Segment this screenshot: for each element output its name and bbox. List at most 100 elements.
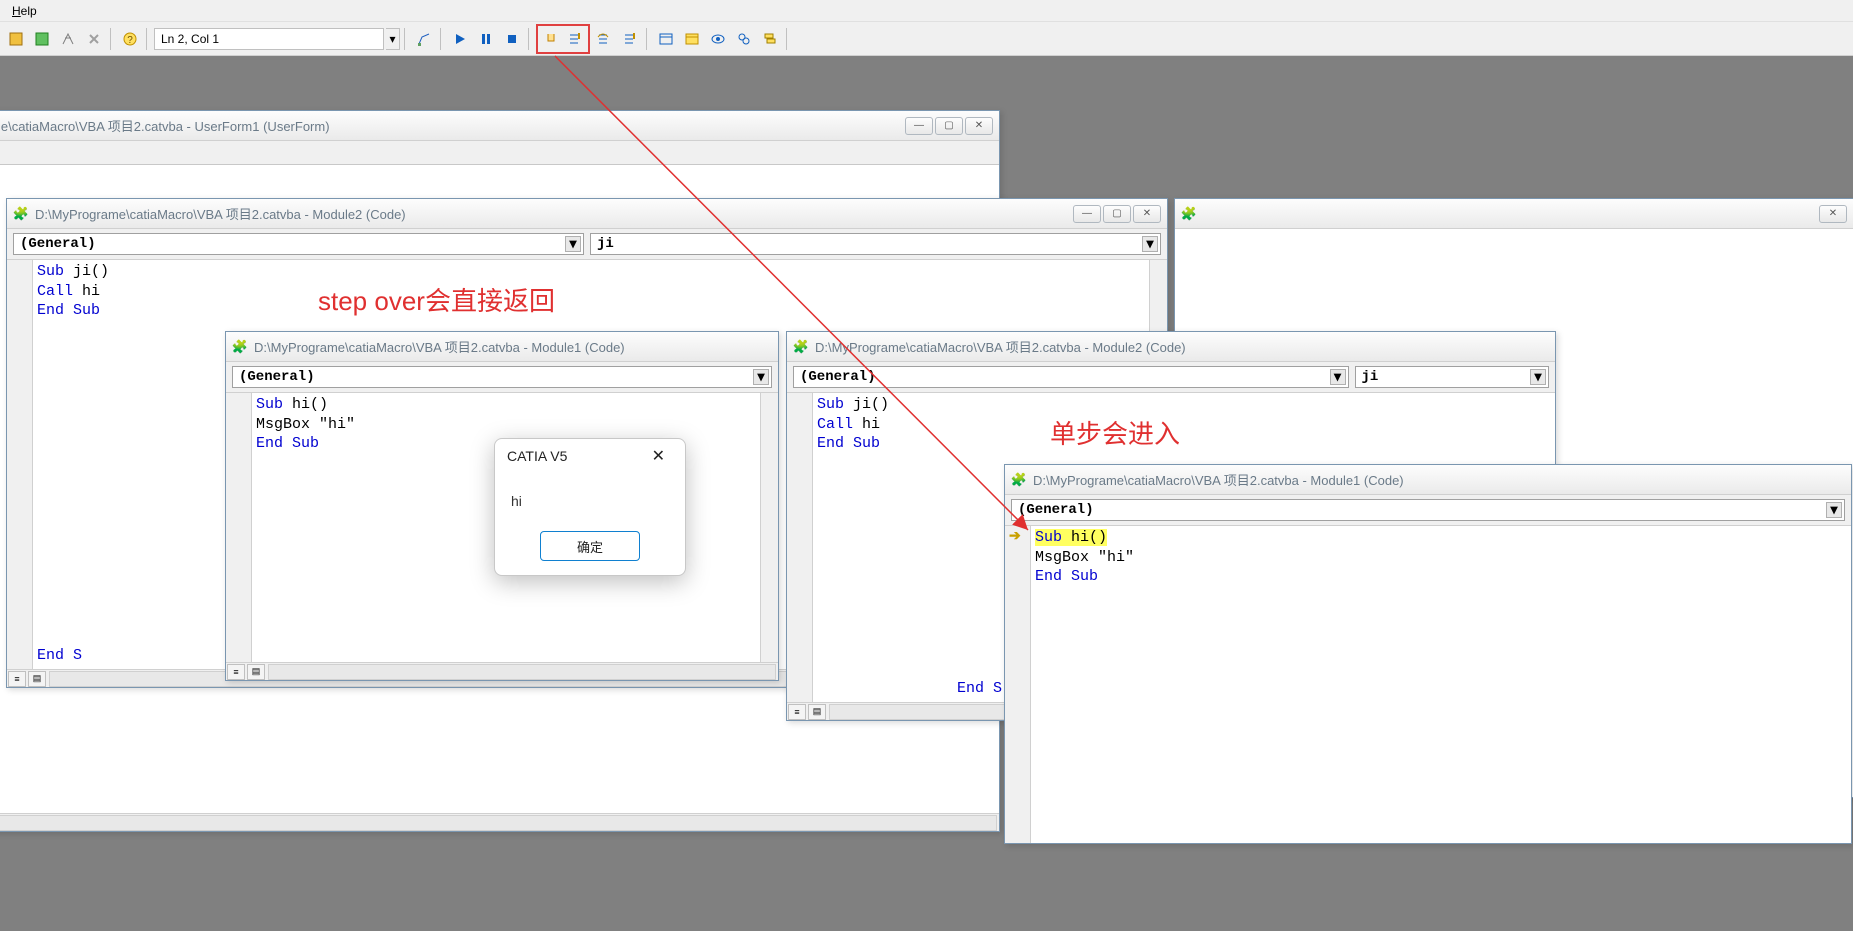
ok-button[interactable]: 确定 [540,531,640,561]
tb-icon-1[interactable] [4,27,28,51]
call-stack-icon[interactable] [758,27,782,51]
titlebar-userform[interactable]: 📄 Programe\catiaMacro\VBA 项目2.catvba - U… [0,111,999,141]
combo-text: (General) [20,236,96,252]
tb-icon-2[interactable] [30,27,54,51]
scrollbar-bottom[interactable]: ≡ ▤ [226,662,778,680]
breakpoint-hand-icon[interactable] [539,27,563,51]
window-icon-1[interactable] [654,27,678,51]
close-button[interactable]: ✕ [965,117,993,135]
object-combo[interactable]: (General) ▾ [1011,499,1845,521]
module-icon: 🧩 [1181,206,1197,222]
scroll-track[interactable] [0,815,997,831]
combo-row: (General) ▾ [1005,495,1851,526]
svg-text:?: ? [127,35,133,46]
scroll-view-full-icon[interactable]: ≡ [227,664,245,680]
window-module1-right[interactable]: 🧩 D:\MyPrograme\catiaMacro\VBA 项目2.catvb… [1004,464,1852,844]
scroll-view-proc-icon[interactable]: ▤ [28,671,46,687]
close-icon[interactable]: ✕ [644,442,673,470]
combo-row: (General) ▾ ji ▾ [7,229,1167,260]
combo-text: ji [1362,369,1379,385]
object-combo[interactable]: (General)▾ [232,366,772,388]
chevron-down-icon[interactable]: ▾ [1330,369,1346,385]
toolbar-separator [404,28,408,50]
watch-icon-2[interactable] [732,27,756,51]
combo-text: (General) [800,369,876,385]
toolbar-separator [440,28,444,50]
code-fragment: End S [37,646,82,666]
chevron-down-icon[interactable]: ▾ [1142,236,1158,252]
msgbox-text: hi [511,493,522,509]
run-icon[interactable] [448,27,472,51]
step-out-icon[interactable] [618,27,642,51]
titlebar-module2-left[interactable]: 🧩 D:\MyPrograme\catiaMacro\VBA 项目2.catvb… [7,199,1167,229]
code-gutter [7,260,33,669]
scrollbar-vertical[interactable] [760,393,778,662]
chevron-down-icon[interactable]: ▾ [1530,369,1546,385]
code-text[interactable]: Sub hi() MsgBox "hi" End Sub [1031,526,1851,843]
menu-help[interactable]: HHelpelp [4,2,45,20]
code-body: (General) ▾ ➔ Sub hi() MsgBox "hi" End Su… [1005,495,1851,843]
object-combo[interactable]: (General) ▾ [793,366,1349,388]
cursor-position-text: Ln 2, Col 1 [161,32,219,46]
tb-icon-3[interactable] [56,27,80,51]
tb-icon-4[interactable] [82,27,106,51]
pause-icon[interactable] [474,27,498,51]
scroll-view-proc-icon[interactable]: ▤ [808,704,826,720]
title-text: Programe\catiaMacro\VBA 项目2.catvba - Use… [0,116,899,135]
module-icon: 🧩 [793,339,809,355]
ok-button-label: 确定 [577,537,603,556]
msgbox-body: hi [495,473,685,521]
minimize-button[interactable]: — [905,117,933,135]
code-fragment: End S [957,679,1002,699]
chevron-down-icon[interactable]: ▾ [753,369,769,385]
close-button[interactable]: ✕ [1133,205,1161,223]
stop-icon[interactable] [500,27,524,51]
help-icon[interactable]: ? [118,27,142,51]
form-tabstrip: m1 ✕ [0,141,999,165]
titlebar-module1-left[interactable]: 🧩 D:\MyPrograme\catiaMacro\VBA 项目2.catvb… [226,332,778,362]
scroll-track[interactable] [268,664,776,680]
design-mode-icon[interactable] [412,27,436,51]
object-combo[interactable]: (General) ▾ [13,233,584,255]
title-text: D:\MyPrograme\catiaMacro\VBA 项目2.catvba … [815,337,1549,356]
toolbar-separator [786,28,790,50]
title-text: D:\MyPrograme\catiaMacro\VBA 项目2.catvba … [254,337,772,356]
toolbar-separator [646,28,650,50]
minimize-button[interactable]: — [1073,205,1101,223]
combo-text: (General) [1018,502,1094,518]
code-gutter [226,393,252,662]
chevron-down-icon[interactable]: ▾ [1826,502,1842,518]
message-box[interactable]: CATIA V5 ✕ hi 确定 [494,438,686,576]
scroll-view-full-icon[interactable]: ≡ [8,671,26,687]
cursor-dropdown[interactable]: ▾ [386,28,400,50]
step-over-icon[interactable] [592,27,616,51]
module-icon: 🧩 [232,339,248,355]
titlebar-module1-right[interactable]: 🧩 D:\MyPrograme\catiaMacro\VBA 项目2.catvb… [1005,465,1851,495]
msgbox-titlebar[interactable]: CATIA V5 ✕ [495,439,685,473]
procedure-combo[interactable]: ji ▾ [590,233,1161,255]
combo-text: ji [597,236,614,252]
scroll-view-full-icon[interactable]: ≡ [788,704,806,720]
menu-bar: HHelpelp [0,0,1853,22]
titlebar[interactable]: 🧩 ✕ [1175,199,1853,229]
execution-arrow-icon: ➔ [1009,528,1021,546]
combo-row: (General) ▾ ji ▾ [787,362,1555,393]
title-text: D:\MyPrograme\catiaMacro\VBA 项目2.catvba … [1033,470,1845,489]
code-gutter [787,393,813,702]
watch-icon[interactable] [706,27,730,51]
titlebar-module2-right[interactable]: 🧩 D:\MyPrograme\catiaMacro\VBA 项目2.catvb… [787,332,1555,362]
combo-row: (General)▾ [226,362,778,393]
procedure-combo[interactable]: ji ▾ [1355,366,1550,388]
maximize-button[interactable]: ▢ [935,117,963,135]
scroll-view-proc-icon[interactable]: ▤ [247,664,265,680]
maximize-button[interactable]: ▢ [1103,205,1131,223]
msgbox-title-text: CATIA V5 [507,448,567,464]
chevron-down-icon[interactable]: ▾ [565,236,581,252]
code-area[interactable]: ➔ Sub hi() MsgBox "hi" End Sub [1005,526,1851,843]
scrollbar-bottom[interactable]: ≡ ▤ [0,813,999,831]
window-icon-2[interactable] [680,27,704,51]
cursor-position: Ln 2, Col 1 [154,28,384,50]
module-icon: 🧩 [13,206,29,222]
close-button[interactable]: ✕ [1819,205,1847,223]
step-into-icon[interactable] [563,27,587,51]
